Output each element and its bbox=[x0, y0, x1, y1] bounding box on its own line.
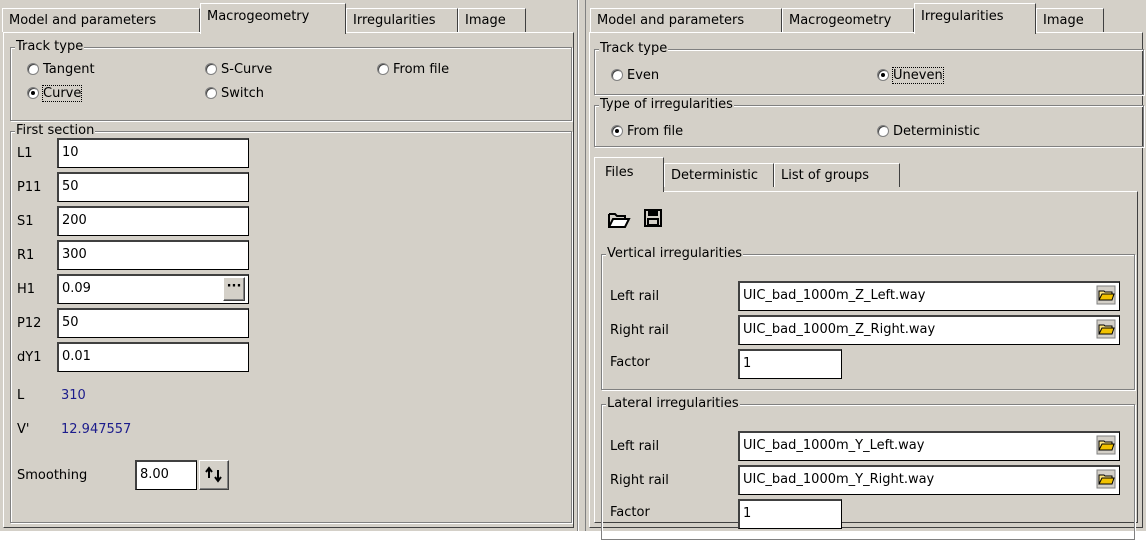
tab-strip: Model and parameters Macrogeometry Irreg… bbox=[586, 0, 1146, 34]
radio-circle-icon bbox=[377, 63, 389, 75]
radio-label: S-Curve bbox=[221, 62, 273, 77]
p11-label: P11 bbox=[17, 180, 42, 195]
smoothing-input[interactable]: 8.00 bbox=[135, 460, 197, 490]
browse-folder-icon[interactable] bbox=[1096, 285, 1116, 305]
first-section-legend: First section bbox=[15, 123, 96, 139]
radio-switch[interactable]: Switch bbox=[205, 86, 264, 102]
up-down-arrows-icon bbox=[205, 466, 222, 483]
track-type-legend: Track type bbox=[15, 39, 85, 55]
track-type-legend: Track type bbox=[599, 41, 669, 57]
macrogeometry-panel: Model and parameters Macrogeometry Irreg… bbox=[0, 0, 578, 531]
lateral-left-rail-label: Left rail bbox=[610, 439, 660, 454]
radio-circle-icon bbox=[611, 69, 623, 81]
l-value: 310 bbox=[61, 388, 86, 403]
radio-even[interactable]: Even bbox=[611, 68, 659, 84]
first-section-group: First section L1 10 P11 50 S1 200 R1 300… bbox=[10, 123, 572, 523]
dy1-input[interactable]: 0.01 bbox=[57, 342, 249, 372]
radio-uneven[interactable]: Uneven bbox=[877, 67, 944, 84]
tab-model-and-parameters[interactable]: Model and parameters bbox=[2, 8, 200, 32]
radio-s-curve[interactable]: S-Curve bbox=[205, 62, 272, 78]
tab-irregularities[interactable]: Irregularities bbox=[346, 8, 458, 32]
radio-selected-icon bbox=[611, 125, 623, 137]
tab-strip: Model and parameters Macrogeometry Irreg… bbox=[0, 0, 577, 34]
type-of-irregularities-group: Type of irregularities From file Determi… bbox=[594, 97, 1144, 147]
smoothing-label: Smoothing bbox=[17, 468, 88, 483]
tab-content: Track type Even Uneven Type of irregular… bbox=[589, 32, 1144, 540]
browse-folder-icon[interactable] bbox=[1096, 319, 1116, 339]
radio-label: Uneven bbox=[892, 67, 944, 84]
p12-input[interactable]: 50 bbox=[57, 308, 249, 338]
radio-circle-icon bbox=[877, 125, 889, 137]
vertical-left-rail-input[interactable]: UIC_bad_1000m_Z_Left.way bbox=[738, 281, 1120, 311]
radio-tangent[interactable]: Tangent bbox=[27, 62, 95, 78]
tab-macrogeometry[interactable]: Macrogeometry bbox=[782, 8, 914, 32]
vertical-factor-input[interactable]: 1 bbox=[738, 349, 842, 379]
s1-input[interactable]: 200 bbox=[57, 206, 249, 236]
radio-label: Curve bbox=[41, 85, 83, 102]
s1-label: S1 bbox=[17, 214, 34, 229]
h1-label: H1 bbox=[17, 282, 36, 297]
tab-image[interactable]: Image bbox=[1036, 8, 1104, 32]
type-of-irregularities-legend: Type of irregularities bbox=[599, 97, 734, 113]
h1-input[interactable]: 0.09 bbox=[57, 274, 249, 304]
radio-circle-icon bbox=[27, 63, 39, 75]
tab-irregularities[interactable]: Irregularities bbox=[914, 3, 1036, 34]
radio-label: Deterministic bbox=[893, 124, 980, 139]
h1-ellipsis-button[interactable]: ··· bbox=[223, 277, 245, 301]
lateral-irregularities-group: Lateral irregularities Left rail UIC_bad… bbox=[601, 396, 1135, 540]
subtab-list-of-groups[interactable]: List of groups bbox=[774, 163, 900, 187]
browse-folder-icon[interactable] bbox=[1096, 435, 1116, 455]
l1-input[interactable]: 10 bbox=[57, 138, 249, 168]
vertical-right-rail-label: Right rail bbox=[610, 323, 669, 338]
browse-folder-icon[interactable] bbox=[1096, 469, 1116, 489]
lateral-irregularities-legend: Lateral irregularities bbox=[606, 396, 740, 412]
open-folder-icon[interactable] bbox=[607, 210, 631, 230]
l1-label: L1 bbox=[17, 146, 33, 161]
tab-model-and-parameters[interactable]: Model and parameters bbox=[590, 8, 782, 32]
l-label: L bbox=[17, 388, 25, 403]
radio-curve[interactable]: Curve bbox=[27, 85, 83, 102]
vertical-right-rail-input[interactable]: UIC_bad_1000m_Z_Right.way bbox=[738, 315, 1120, 345]
lateral-factor-label: Factor bbox=[610, 505, 650, 520]
radio-label: Even bbox=[627, 68, 660, 83]
lateral-left-rail-input[interactable]: UIC_bad_1000m_Y_Left.way bbox=[738, 431, 1120, 461]
lateral-right-rail-input[interactable]: UIC_bad_1000m_Y_Right.way bbox=[738, 465, 1120, 495]
r1-label: R1 bbox=[17, 248, 35, 263]
vertical-irregularities-legend: Vertical irregularities bbox=[606, 246, 744, 262]
vertical-left-rail-label: Left rail bbox=[610, 289, 660, 304]
radio-label: Switch bbox=[221, 86, 264, 101]
files-tab-content: Vertical irregularities Left rail UIC_ba… bbox=[594, 191, 1138, 540]
radio-label: From file bbox=[393, 62, 450, 77]
radio-label: From file bbox=[627, 124, 684, 139]
subtab-files[interactable]: Files bbox=[594, 157, 664, 192]
radio-circle-icon bbox=[205, 87, 217, 99]
r1-input[interactable]: 300 bbox=[57, 240, 249, 270]
lateral-right-rail-label: Right rail bbox=[610, 473, 669, 488]
p12-label: P12 bbox=[17, 316, 42, 331]
lateral-factor-input[interactable]: 1 bbox=[738, 499, 842, 529]
tab-content: Track type Tangent S-Curve From file Cur… bbox=[3, 32, 574, 528]
track-type-group: Track type Even Uneven bbox=[594, 41, 1144, 95]
radio-selected-icon bbox=[877, 69, 889, 81]
radio-circle-icon bbox=[205, 63, 217, 75]
vertical-irregularities-group: Vertical irregularities Left rail UIC_ba… bbox=[601, 246, 1135, 390]
save-disk-icon[interactable] bbox=[643, 208, 663, 228]
dy1-label: dY1 bbox=[17, 350, 42, 365]
radio-deterministic[interactable]: Deterministic bbox=[877, 124, 980, 140]
radio-selected-icon bbox=[27, 87, 39, 99]
irregularities-panel: Model and parameters Macrogeometry Irreg… bbox=[585, 0, 1146, 540]
tab-image[interactable]: Image bbox=[458, 8, 526, 32]
radio-label: Tangent bbox=[43, 62, 95, 77]
vertical-factor-label: Factor bbox=[610, 355, 650, 370]
radio-from-file[interactable]: From file bbox=[377, 62, 449, 78]
radio-from-file[interactable]: From file bbox=[611, 124, 683, 140]
v-value: 12.947557 bbox=[61, 422, 132, 437]
subtab-deterministic[interactable]: Deterministic bbox=[664, 163, 774, 187]
tab-macrogeometry[interactable]: Macrogeometry bbox=[200, 3, 346, 34]
track-type-group: Track type Tangent S-Curve From file Cur… bbox=[10, 39, 572, 121]
smoothing-spinner-button[interactable] bbox=[199, 460, 229, 490]
v-label: V' bbox=[17, 422, 30, 437]
p11-input[interactable]: 50 bbox=[57, 172, 249, 202]
